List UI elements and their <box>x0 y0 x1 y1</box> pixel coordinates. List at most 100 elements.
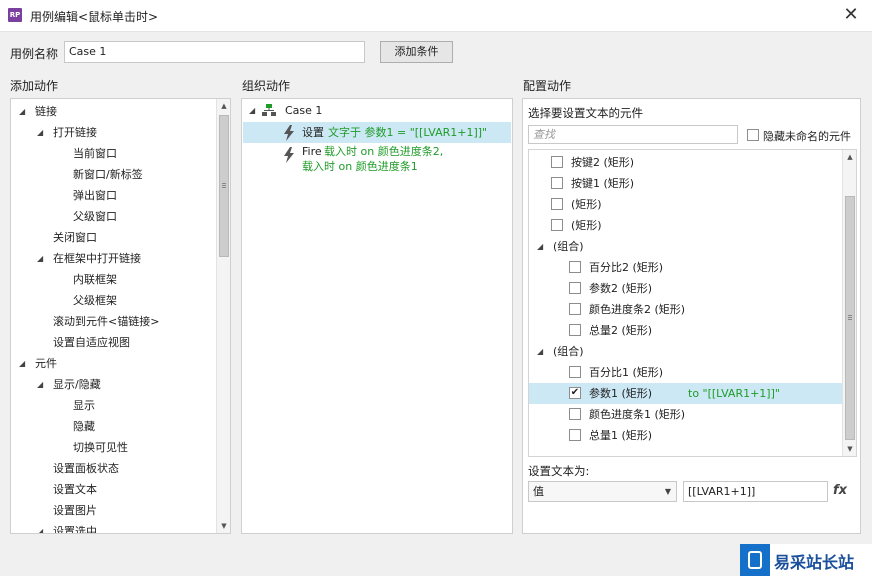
widget-checkbox[interactable] <box>569 303 581 315</box>
widget-label: 百分比1 (矩形) <box>589 366 664 379</box>
action-tree-label: 显示/隐藏 <box>53 378 101 391</box>
action-tree-item[interactable]: 显示 <box>11 395 216 416</box>
action-tree-item[interactable]: 设置面板状态 <box>11 458 216 479</box>
action-tree-item[interactable]: ◢ 在框架中打开链接 <box>11 248 216 269</box>
widget-row[interactable]: ✔ 参数1 (矩形) to "[[LVAR1+1]]" <box>529 383 842 404</box>
action-tree-label: 新窗口/新标签 <box>73 168 143 181</box>
action-tree-label: 父级窗口 <box>73 210 117 223</box>
widget-row[interactable]: (矩形) <box>529 194 842 215</box>
action-tree-item[interactable]: ◢ 打开链接 <box>11 122 216 143</box>
action-tree-label: 滚动到元件<锚链接> <box>53 315 160 328</box>
actions-scrollbar[interactable]: ▲ ▼ <box>216 99 230 533</box>
action-tree-item[interactable]: 新窗口/新标签 <box>11 164 216 185</box>
widget-row[interactable]: 百分比1 (矩形) <box>529 362 842 383</box>
scroll-thumb[interactable] <box>219 115 229 257</box>
expand-triangle-icon[interactable]: ◢ <box>537 341 543 362</box>
widget-checkbox[interactable] <box>569 261 581 273</box>
widget-checkbox[interactable] <box>569 429 581 441</box>
action-tree-item[interactable]: 设置图片 <box>11 500 216 521</box>
fx-button[interactable]: fx <box>833 483 847 498</box>
action-tree-item[interactable]: 关闭窗口 <box>11 227 216 248</box>
scroll-down-icon[interactable]: ▼ <box>217 519 230 533</box>
action-tree-item[interactable]: 弹出窗口 <box>11 185 216 206</box>
expand-triangle-icon[interactable]: ◢ <box>19 101 25 122</box>
widget-row[interactable]: 按键1 (矩形) <box>529 173 842 194</box>
action-tree-item[interactable]: 切换可见性 <box>11 437 216 458</box>
axure-app-icon: RP <box>8 8 22 22</box>
scroll-up-icon[interactable]: ▲ <box>217 99 230 113</box>
widget-label: 颜色进度条1 (矩形) <box>589 408 686 421</box>
add-condition-button[interactable]: 添加条件 <box>380 41 453 63</box>
expand-triangle-icon[interactable]: ◢ <box>537 236 543 257</box>
case-row[interactable]: ◢ Case 1 <box>242 100 512 121</box>
lightning-bolt-icon <box>284 147 294 163</box>
widget-list-scrollbar[interactable]: ▲ ▼ <box>842 150 856 456</box>
expand-triangle-icon[interactable]: ◢ <box>37 521 43 533</box>
scroll-up-icon[interactable]: ▲ <box>843 150 856 164</box>
widget-row[interactable]: 颜色进度条2 (矩形) <box>529 299 842 320</box>
action-tree-item[interactable]: 设置自适应视图 <box>11 332 216 353</box>
action-tree-item[interactable]: 父级框架 <box>11 290 216 311</box>
widget-checkbox[interactable] <box>551 198 563 210</box>
widget-checkbox[interactable] <box>551 219 563 231</box>
organize-action-header: 组织动作 <box>242 79 291 93</box>
widget-checkbox[interactable] <box>569 408 581 420</box>
set-text-label: 设置文本为: <box>528 464 590 478</box>
action-row-fire[interactable]: Fire 载入时 on 颜色进度条2, 载入时 on 颜色进度条1 <box>242 144 512 178</box>
chevron-down-icon: ▼ <box>664 487 671 496</box>
widget-row[interactable]: (矩形) <box>529 215 842 236</box>
widget-row[interactable]: 百分比2 (矩形) <box>529 257 842 278</box>
widget-checkbox[interactable] <box>551 177 563 189</box>
widget-row[interactable]: 参数2 (矩形) <box>529 278 842 299</box>
action-tree-label: 内联框架 <box>73 273 117 286</box>
widget-label: 颜色进度条2 (矩形) <box>589 303 686 316</box>
widget-checkbox[interactable]: ✔ <box>569 387 581 399</box>
action-tree-item[interactable]: 父级窗口 <box>11 206 216 227</box>
widget-group-row[interactable]: ◢ (组合) <box>529 236 842 257</box>
configure-action-header: 配置动作 <box>523 79 572 93</box>
expand-triangle-icon[interactable]: ◢ <box>249 100 255 121</box>
widget-label: 参数1 (矩形) <box>589 387 653 400</box>
action-tree-item[interactable]: ◢ 元件 <box>11 353 216 374</box>
action-row-set-text[interactable]: 设置 文字于 参数1 = "[[LVAR1+1]]" <box>243 122 511 143</box>
action-tree-item[interactable]: 滚动到元件<锚链接> <box>11 311 216 332</box>
value-type-select[interactable]: 值 ▼ <box>528 481 677 502</box>
action-tree-item[interactable]: ◢ 链接 <box>11 101 216 122</box>
action-tree-item[interactable]: 当前窗口 <box>11 143 216 164</box>
widget-row[interactable]: 总量1 (矩形) <box>529 425 842 446</box>
scroll-thumb[interactable] <box>845 196 855 440</box>
action-tree-item[interactable]: 内联框架 <box>11 269 216 290</box>
action-tree-label: 链接 <box>35 105 57 118</box>
add-action-panel: ◢ 链接 ◢ 打开链接 当前窗口新窗口/新标签弹出窗口父级窗口关闭窗口 ◢ 在框架中打开链接… <box>10 98 231 534</box>
widget-list: 按键2 (矩形) 按键1 (矩形) (矩形) (矩形) ◢ (组合) 百分比2 (矩形) 参数… <box>528 149 857 457</box>
expand-triangle-icon[interactable]: ◢ <box>37 374 43 395</box>
text-value-input[interactable]: [[LVAR1+1]] <box>683 481 828 502</box>
action-set-detail: 文字于 参数1 = "[[LVAR1+1]]" <box>328 126 488 139</box>
hide-unnamed-checkbox[interactable] <box>747 129 759 141</box>
scroll-down-icon[interactable]: ▼ <box>843 442 856 456</box>
widget-checkbox[interactable] <box>569 282 581 294</box>
widget-checkbox[interactable] <box>569 366 581 378</box>
close-icon[interactable]: ✕ <box>840 4 862 26</box>
action-tree-item[interactable]: ◢ 显示/隐藏 <box>11 374 216 395</box>
widget-row[interactable]: 按键2 (矩形) <box>529 152 842 173</box>
expand-triangle-icon[interactable]: ◢ <box>19 353 25 374</box>
widget-group-row[interactable]: ◢ (组合) <box>529 341 842 362</box>
expand-triangle-icon[interactable]: ◢ <box>37 122 43 143</box>
widget-row[interactable]: 颜色进度条1 (矩形) <box>529 404 842 425</box>
action-fire-line2: 载入时 on 颜色进度条1 <box>302 160 418 173</box>
action-tree-label: 切换可见性 <box>73 441 128 454</box>
hide-unnamed-label: 隐藏未命名的元件 <box>763 130 851 143</box>
widget-label: (矩形) <box>571 198 602 211</box>
action-tree-item[interactable]: 设置文本 <box>11 479 216 500</box>
expand-triangle-icon[interactable]: ◢ <box>37 248 43 269</box>
widget-search-input[interactable]: 查找 <box>528 125 738 144</box>
action-tree-label: 设置文本 <box>53 483 97 496</box>
case-name-input[interactable]: Case 1 <box>64 41 365 63</box>
action-tree-item[interactable]: 隐藏 <box>11 416 216 437</box>
widget-row[interactable]: 总量2 (矩形) <box>529 320 842 341</box>
widget-checkbox[interactable] <box>551 156 563 168</box>
action-tree-item[interactable]: ◢ 设置选中 <box>11 521 216 533</box>
widget-checkbox[interactable] <box>569 324 581 336</box>
watermark-text: 易采站长站 <box>774 553 855 572</box>
